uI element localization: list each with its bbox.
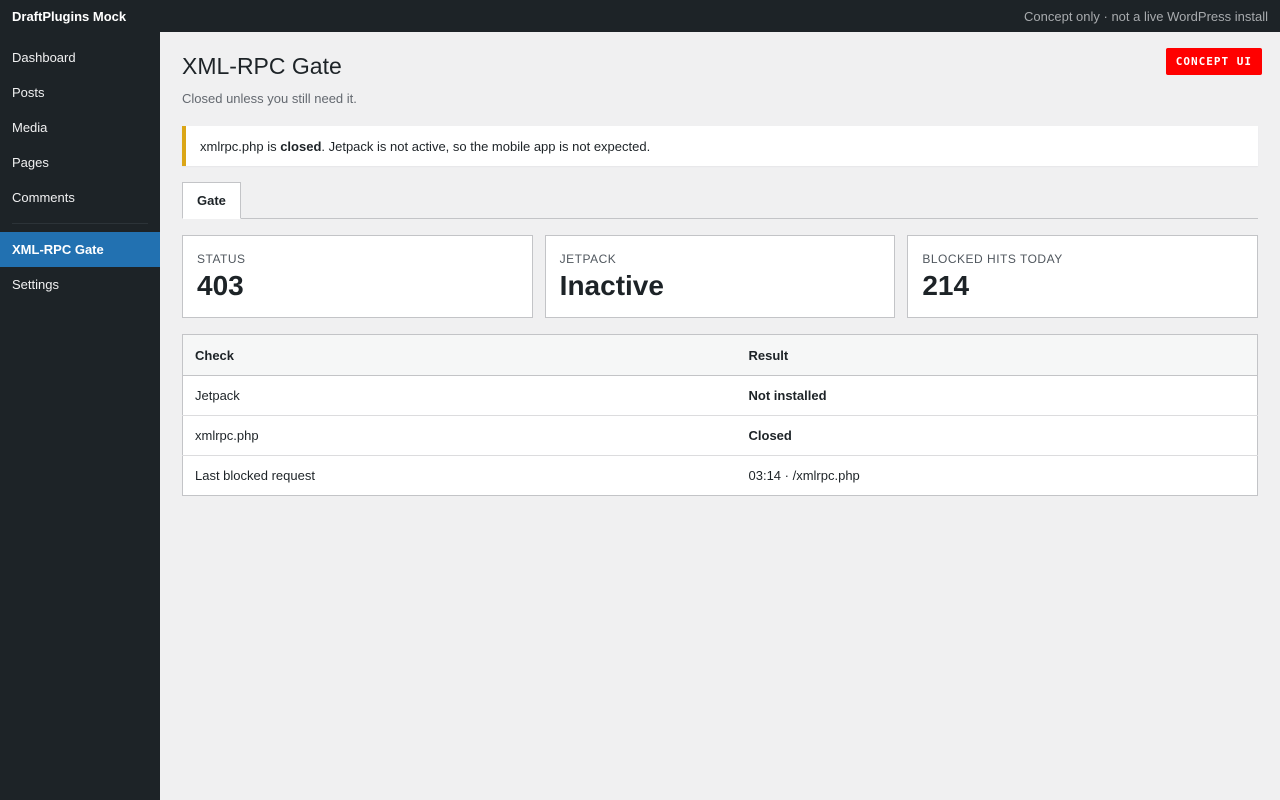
- sidebar-item-media[interactable]: Media: [0, 110, 160, 145]
- column-header-result: Result: [736, 334, 1258, 376]
- admin-bar: DraftPlugins Mock Concept only · not a l…: [0, 0, 1280, 32]
- blocked-hits-card: BLOCKED HITS TODAY 214: [907, 235, 1259, 318]
- jetpack-card: JETPACK Inactive: [544, 235, 896, 318]
- notice-suffix: . Jetpack is not active, so the mobile a…: [321, 138, 651, 154]
- site-brand[interactable]: DraftPlugins Mock: [12, 9, 126, 24]
- table-header-row: Check Result: [182, 334, 1258, 376]
- result-cell: 03:14 · /xmlrpc.php: [748, 468, 860, 483]
- status-notice: xmlrpc.php is closed. Jetpack is not act…: [182, 126, 1258, 166]
- sidebar-item-comments[interactable]: Comments: [0, 180, 160, 215]
- status-card-label: STATUS: [197, 252, 246, 266]
- concept-ui-badge: CONCEPT UI: [1165, 48, 1262, 75]
- status-card-value: 403: [197, 270, 244, 301]
- main-content: CONCEPT UI XML-RPC Gate Closed unless yo…: [182, 32, 1262, 496]
- check-cell: Last blocked request: [195, 468, 315, 483]
- jetpack-card-value: Inactive: [559, 270, 664, 301]
- concept-note: Concept only · not a live WordPress inst…: [1024, 8, 1268, 24]
- sidebar-item-pages[interactable]: Pages: [0, 145, 160, 180]
- notice-prefix: xmlrpc.php is: [200, 138, 281, 154]
- status-card: STATUS 403: [182, 235, 533, 318]
- check-cell: Jetpack: [182, 375, 737, 416]
- table-row: Last blocked request 03:14 · /xmlrpc.php: [183, 456, 1258, 496]
- sidebar-item-xml-rpc-gate[interactable]: XML-RPC Gate: [0, 232, 160, 267]
- page-subtitle: Closed unless you still need it.: [182, 91, 357, 106]
- blocked-hits-card-label: BLOCKED HITS TODAY: [922, 252, 1063, 266]
- sidebar-item-dashboard[interactable]: Dashboard: [0, 40, 160, 75]
- table-row: xmlrpc.php Closed: [182, 415, 1258, 456]
- table-row: Jetpack Not installed: [182, 375, 1258, 416]
- jetpack-card-label: JETPACK: [559, 252, 617, 266]
- result-cell: Not installed: [736, 375, 1258, 416]
- stat-cards: STATUS 403 JETPACK Inactive BLOCKED HITS…: [182, 235, 1259, 318]
- checks-table: Check Result Jetpack Not installed xmlrp…: [182, 334, 1258, 496]
- column-header-check: Check: [182, 334, 737, 376]
- admin-sidebar: Dashboard Posts Media Pages Comments XML…: [0, 32, 160, 800]
- sidebar-item-posts[interactable]: Posts: [0, 75, 160, 110]
- sidebar-item-settings[interactable]: Settings: [0, 267, 160, 302]
- blocked-hits-card-value: 214: [922, 270, 970, 301]
- sidebar-divider: [12, 223, 148, 224]
- tab-bar: Gate: [182, 182, 1258, 219]
- tab-gate[interactable]: Gate: [182, 182, 241, 219]
- result-cell: Closed: [736, 415, 1258, 456]
- check-cell: xmlrpc.php: [182, 415, 737, 456]
- page-title: XML-RPC Gate: [182, 53, 342, 79]
- notice-strong: closed: [280, 138, 322, 154]
